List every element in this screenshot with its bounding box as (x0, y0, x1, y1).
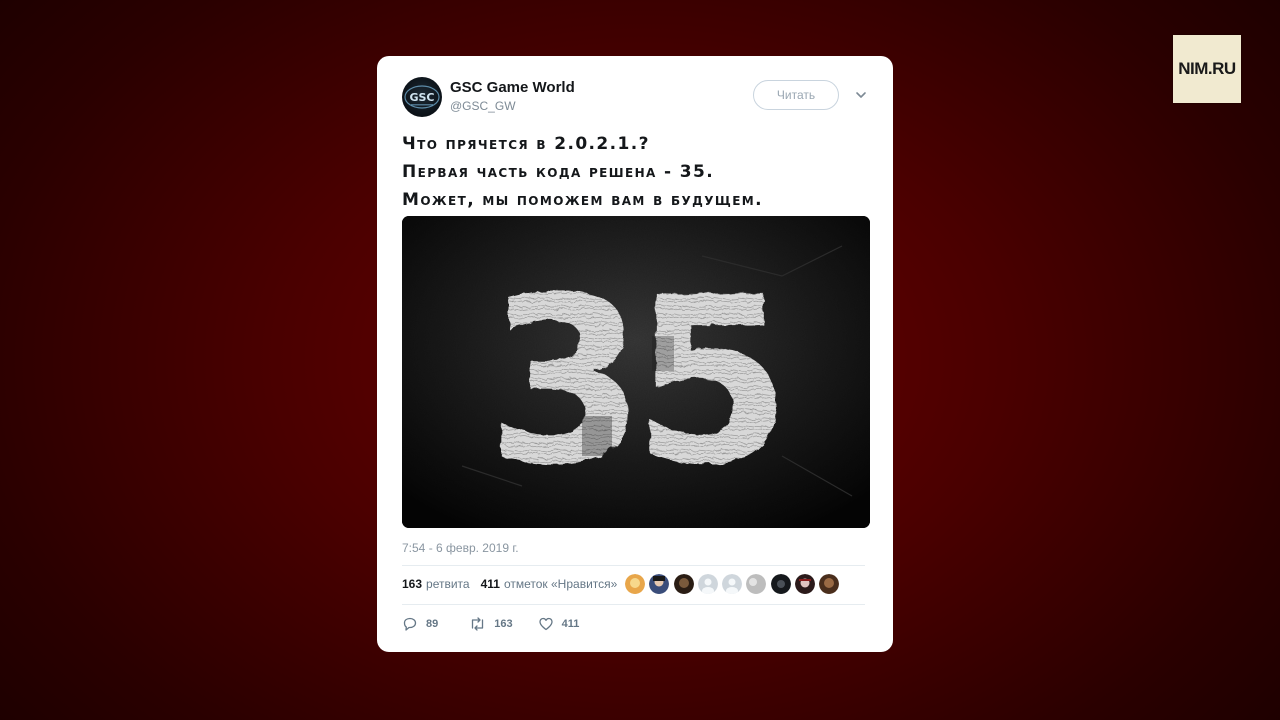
retweet-count: 163 (494, 618, 513, 630)
liker-avatar[interactable] (649, 574, 670, 594)
likes-label[interactable]: отметок «Нравится» (504, 577, 617, 591)
number-35-image: 35 (402, 216, 870, 528)
chevron-down-icon[interactable] (854, 88, 868, 102)
liker-avatar[interactable] (722, 574, 743, 594)
tweet-card: GSC GSC Game World @GSC_GW Читать Что пр… (377, 56, 893, 652)
retweet-button[interactable]: 163 (469, 616, 513, 632)
retweets-count[interactable]: 163 (402, 577, 422, 591)
divider (402, 565, 865, 566)
media-number-text: 35 (486, 249, 778, 516)
liker-avatar[interactable] (746, 574, 767, 594)
avatar-text: GSC (409, 91, 434, 104)
heart-icon (538, 617, 553, 631)
liker-avatar[interactable] (795, 574, 816, 594)
tweet-text-line: Может, мы поможем вам в будущем. (402, 190, 763, 210)
liker-avatar[interactable] (697, 574, 718, 594)
tweet-text: Что прячется в 2.0.2.1.? Первая часть ко… (402, 130, 872, 214)
follow-button[interactable]: Читать (753, 80, 839, 110)
reply-count: 89 (426, 618, 439, 630)
retweets-label[interactable]: ретвита (426, 577, 470, 591)
likes-count[interactable]: 411 (481, 577, 500, 591)
liker-avatar[interactable] (625, 574, 645, 594)
divider (402, 604, 865, 605)
tweet-timestamp[interactable]: 7:54 - 6 февр. 2019 г. (402, 541, 519, 555)
like-button[interactable]: 411 (538, 616, 580, 632)
author-name[interactable]: GSC Game World (450, 79, 575, 96)
author-avatar[interactable]: GSC (402, 77, 442, 117)
tweet-text-line: Первая часть кода решена - 35. (402, 162, 715, 182)
like-count: 411 (561, 618, 580, 630)
nim-ru-logo-text: NIM.RU (1178, 59, 1236, 78)
liker-avatar[interactable] (819, 574, 840, 594)
reply-button[interactable]: 89 (402, 616, 438, 632)
tweet-media-image[interactable]: 35 (402, 216, 870, 528)
tweet-actions: 89 163 411 (402, 616, 579, 632)
engagement-stats: 163 ретвита 411 отметок «Нравится» (402, 577, 617, 591)
liker-avatars (625, 574, 844, 594)
author-handle[interactable]: @GSC_GW (450, 99, 516, 113)
tweet-text-line: Что прячется в 2.0.2.1.? (402, 134, 650, 154)
nim-ru-logo: NIM.RU (1173, 35, 1241, 103)
gsc-logo-icon: GSC (404, 85, 440, 109)
retweet-icon (472, 617, 484, 631)
reply-icon (403, 617, 417, 631)
liker-avatar[interactable] (770, 574, 791, 594)
liker-avatar[interactable] (673, 574, 694, 594)
